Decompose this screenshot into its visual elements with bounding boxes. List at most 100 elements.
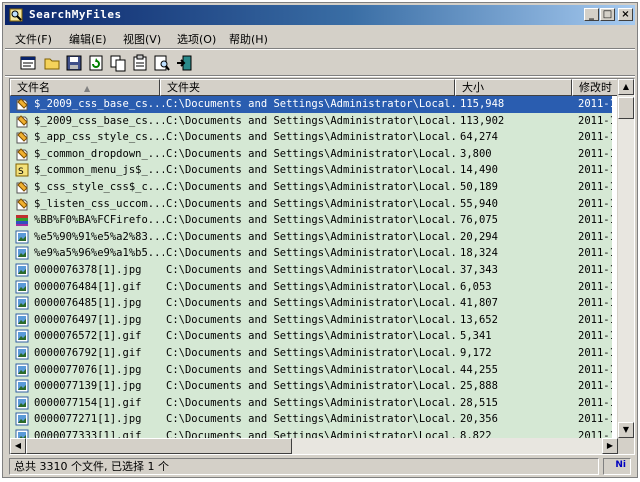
- maximize-button[interactable]: □: [600, 8, 615, 21]
- title-bar[interactable]: SearchMyFiles _ □ ×: [5, 5, 635, 25]
- save-icon[interactable]: [65, 54, 83, 72]
- menu-view[interactable]: 视图(V): [123, 31, 161, 47]
- file-size: 14,490: [460, 164, 498, 177]
- vertical-scrollbar[interactable]: ▲ ▼: [617, 79, 634, 438]
- file-modified: 2011-12: [578, 114, 612, 127]
- file-size: 13,652: [460, 313, 498, 326]
- image-icon: [15, 296, 29, 310]
- file-row[interactable]: 0000076484[1].gif C:\Documents and Settin…: [10, 278, 612, 296]
- column-header-size[interactable]: 大小: [455, 79, 572, 96]
- vertical-scroll-thumb[interactable]: [618, 97, 634, 119]
- file-name: 0000077271[1].jpg: [34, 413, 142, 426]
- scrollbar-corner: [618, 438, 634, 454]
- new-search-icon[interactable]: [19, 54, 37, 72]
- script-icon: [16, 181, 28, 194]
- column-header-modified[interactable]: 修改时: [572, 79, 620, 96]
- file-row[interactable]: %e5%90%91%e5%a2%83... C:\Documents and Se…: [10, 228, 612, 246]
- file-modified: 2011-12: [578, 164, 612, 177]
- minimize-button[interactable]: _: [584, 8, 599, 21]
- file-row[interactable]: 0000076792[1].gif C:\Documents and Settin…: [10, 344, 612, 362]
- file-row[interactable]: $_css_style_css$_c... C:\Documents and Se…: [10, 178, 612, 196]
- file-name: $_2009_css_base_cs...: [34, 114, 164, 127]
- file-row[interactable]: 0000076572[1].gif C:\Documents and Settin…: [10, 328, 612, 345]
- horizontal-scrollbar[interactable]: ◀ ▶: [10, 438, 618, 454]
- file-row[interactable]: S $_common_menu_js$_... C:\Documents and S…: [10, 162, 612, 179]
- scroll-up-button[interactable]: ▲: [618, 79, 634, 95]
- file-row[interactable]: 0000076497[1].jpg C:\Documents and Settin…: [10, 311, 612, 329]
- app-window: SearchMyFiles _ □ × 文件(F) 编辑(E) 视图(V) 选项…: [2, 2, 638, 478]
- toolbar-separator: [5, 75, 635, 77]
- file-size: 115,948: [460, 98, 505, 110]
- file-size: 18,324: [460, 247, 498, 260]
- file-modified: 2011-12: [578, 396, 612, 409]
- file-row[interactable]: 0000077139[1].jpg C:\Documents and Settin…: [10, 378, 612, 395]
- file-modified: 2011-12: [578, 230, 612, 243]
- file-modified: 2011-12: [578, 131, 612, 144]
- file-size: 25,888: [460, 380, 498, 393]
- file-name: %e5%90%91%e5%a2%83...: [34, 230, 164, 243]
- file-size: 3,800: [460, 147, 492, 160]
- menu-separator: [5, 48, 635, 50]
- file-folder: C:\Documents and Settings\Administrator\…: [166, 230, 456, 243]
- menu-file[interactable]: 文件(F): [15, 31, 52, 47]
- file-row[interactable]: $_app_css_style_cs... C:\Documents and Se…: [10, 129, 612, 146]
- file-row[interactable]: 0000077076[1].jpg C:\Documents and Settin…: [10, 361, 612, 379]
- menu-edit[interactable]: 编辑(E): [69, 31, 107, 47]
- file-size: 41,807: [460, 297, 498, 310]
- refresh-icon[interactable]: [87, 54, 105, 72]
- file-folder: C:\Documents and Settings\Administrator\…: [166, 429, 456, 438]
- file-folder: C:\Documents and Settings\Administrator\…: [166, 313, 456, 326]
- copy-icon[interactable]: [109, 54, 127, 72]
- file-folder: C:\Documents and Settings\Administrator\…: [166, 180, 456, 193]
- file-modified: 2011-12: [578, 380, 612, 393]
- column-header-filename[interactable]: 文件名 ▲: [10, 79, 160, 96]
- file-name: 0000076497[1].jpg: [34, 313, 142, 326]
- scroll-left-button[interactable]: ◀: [10, 438, 26, 454]
- file-folder: C:\Documents and Settings\Administrator\…: [166, 247, 456, 260]
- file-row[interactable]: $_2009_css_base_cs... C:\Documents and Se…: [10, 96, 612, 113]
- file-row[interactable]: $_listen_css_uccom... C:\Documents and Se…: [10, 195, 612, 213]
- open-folder-icon[interactable]: [43, 54, 61, 72]
- script-icon: [16, 148, 28, 161]
- file-row[interactable]: %e9%a5%96%e9%a1%b5... C:\Documents and Se…: [10, 245, 612, 262]
- file-row[interactable]: 0000077333[1].gif C:\Documents and Settin…: [10, 427, 612, 438]
- file-row[interactable]: %BB%F0%BA%FCFirefo... C:\Documents and Se…: [10, 212, 612, 229]
- column-header-folder[interactable]: 文件夹: [160, 79, 455, 96]
- file-modified: 2011-12: [578, 313, 612, 326]
- file-folder: C:\Documents and Settings\Administrator\…: [166, 131, 456, 144]
- scroll-right-button[interactable]: ▶: [602, 438, 618, 454]
- file-modified: 2011-12: [578, 280, 612, 293]
- file-folder: C:\Documents and Settings\Administrator\…: [166, 114, 456, 127]
- horizontal-scroll-thumb[interactable]: [26, 438, 292, 454]
- file-size: 20,356: [460, 413, 498, 426]
- find-icon[interactable]: [153, 54, 171, 72]
- svg-text:S: S: [18, 167, 24, 177]
- file-modified: 2011-12: [578, 98, 612, 110]
- file-modified: 2011-12: [578, 297, 612, 310]
- file-folder: C:\Documents and Settings\Administrator\…: [166, 363, 456, 376]
- menu-help[interactable]: 帮助(H): [229, 31, 268, 47]
- file-modified: 2011-12: [578, 330, 612, 343]
- file-modified: 2011-12: [578, 197, 612, 210]
- file-row[interactable]: 0000077154[1].gif C:\Documents and Settin…: [10, 394, 612, 412]
- file-folder: C:\Documents and Settings\Administrator\…: [166, 346, 456, 359]
- file-row[interactable]: 0000076378[1].jpg C:\Documents and Settin…: [10, 261, 612, 279]
- file-folder: C:\Documents and Settings\Administrator\…: [166, 396, 456, 409]
- file-row[interactable]: 0000077271[1].jpg C:\Documents and Settin…: [10, 411, 612, 428]
- file-row[interactable]: $_common_dropdown_... C:\Documents and Se…: [10, 145, 612, 163]
- scroll-down-button[interactable]: ▼: [618, 422, 634, 438]
- properties-icon[interactable]: [131, 54, 149, 72]
- file-modified: 2011-12: [578, 413, 612, 426]
- file-name: %e9%a5%96%e9%a1%b5...: [34, 247, 164, 260]
- menu-options[interactable]: 选项(O): [177, 31, 216, 47]
- close-button[interactable]: ×: [618, 8, 633, 21]
- script-icon: [16, 98, 28, 111]
- file-name: 0000076572[1].gif: [34, 330, 142, 343]
- file-list[interactable]: 文件名 ▲ 文件夹 大小 修改时 $_2009_css_base_cs... C:\…: [9, 78, 635, 455]
- file-row[interactable]: $_2009_css_base_cs... C:\Documents and Se…: [10, 112, 612, 130]
- file-row[interactable]: 0000076485[1].jpg C:\Documents and Settin…: [10, 295, 612, 312]
- file-modified: 2011-12: [578, 429, 612, 438]
- file-size: 50,189: [460, 180, 498, 193]
- file-folder: C:\Documents and Settings\Administrator\…: [166, 280, 456, 293]
- exit-icon[interactable]: [175, 54, 193, 72]
